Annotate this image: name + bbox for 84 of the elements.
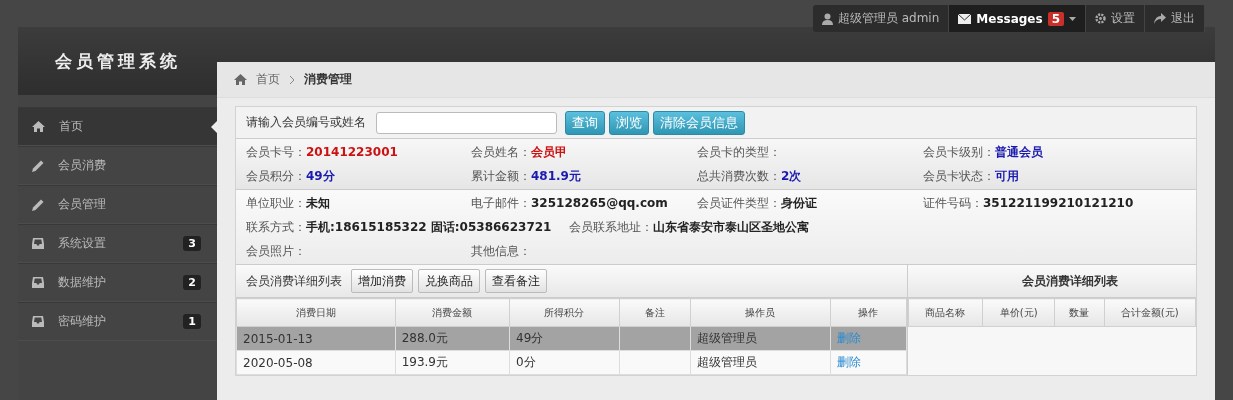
column-header: 商品名称 (908, 298, 983, 327)
column-header: 备注 (619, 298, 690, 327)
toolbar-button[interactable]: 兑换商品 (418, 269, 480, 293)
settings-icon (1095, 13, 1106, 24)
table-cell: 超级管理员 (696, 331, 757, 345)
table-row[interactable]: 2020-05-08 193.9元 0分 超级管理员 删除 (236, 350, 907, 375)
count-badge: 3 (183, 236, 201, 251)
sidebar-item[interactable]: 密码维护 1 (18, 302, 217, 341)
field-value: 身份证 (781, 195, 817, 210)
table-title: 会员消费详细列表 (246, 272, 342, 290)
inbox-icon (32, 238, 44, 249)
sidebar-item[interactable]: 系统设置 3 (18, 224, 217, 263)
table-cell: 193.9元 (401, 355, 448, 369)
home-icon (32, 121, 45, 132)
field-label: 其他信息： (471, 243, 531, 258)
field-label: 电子邮件： (471, 195, 531, 210)
column-header: 操作 (830, 298, 907, 327)
sidebar-item[interactable]: 首页 (18, 107, 217, 146)
app-title-header: 会员管理系统 (53, 49, 182, 73)
field-label: 会员卡级别： (923, 144, 995, 159)
toolbar-button[interactable]: 查看备注 (485, 269, 547, 293)
count-badge: 1 (183, 314, 201, 329)
field-value: 351221199210121210 (983, 195, 1134, 210)
column-header: 数量 (1054, 298, 1104, 327)
field-value: 20141223001 (306, 144, 398, 159)
search-label: 请输入会员编号或姓名 (246, 114, 366, 131)
field-label: 会员积分： (246, 168, 306, 183)
table-cell: 2015-01-13 (243, 331, 313, 346)
field-value: 手机:18615185322 固话:05386623721 (306, 219, 552, 234)
field-value: 未知 (306, 195, 330, 210)
field-label: 会员联系地址： (569, 219, 654, 234)
field-value: 481.9元 (531, 168, 581, 183)
table-cell: 288.0元 (401, 331, 448, 345)
table-cell: 2020-05-08 (243, 355, 313, 370)
field-label: 会员卡号： (246, 144, 306, 159)
pencil-icon (32, 198, 44, 211)
table-cell: 49分 (516, 331, 544, 345)
search-field[interactable] (376, 111, 557, 134)
sidebar-item[interactable]: 会员消费 (18, 146, 217, 185)
field-label: 证件号码： (923, 195, 983, 210)
field-value: 2次 (781, 168, 802, 183)
sidebar-item[interactable]: 会员管理 (18, 185, 217, 224)
field-label: 会员卡的类型： (697, 144, 781, 159)
share-arrow-icon (1154, 13, 1166, 24)
message-count-badge: 5 (1047, 11, 1064, 26)
column-header: 消费金额 (395, 298, 510, 327)
field-label: 会员姓名： (471, 144, 531, 159)
column-header: 消费日期 (236, 298, 396, 327)
column-header: 所得积分 (509, 298, 620, 327)
field-value: 可用 (995, 168, 1019, 183)
pencil-icon (32, 159, 44, 172)
field-label: 单位职业： (246, 195, 306, 210)
field-label: 会员证件类型： (697, 195, 781, 210)
field-label: 总共消费次数： (697, 168, 781, 183)
field-label: 会员照片： (246, 243, 306, 258)
field-value: 325128265@qq.com (531, 195, 668, 210)
envelope-icon (958, 13, 972, 24)
table-row[interactable]: 2015-01-13 288.0元 49分 超级管理员 删除 (236, 326, 907, 351)
table-cell: 超级管理员 (696, 355, 757, 369)
home-icon (234, 74, 247, 85)
field-label: 会员卡状态： (923, 168, 995, 183)
table-cell: 0分 (516, 355, 536, 369)
caret-icon (1069, 16, 1076, 21)
chevron-right-icon (289, 74, 295, 85)
field-value: 普通会员 (995, 144, 1043, 159)
delete-link[interactable]: 删除 (836, 355, 861, 369)
menu-button[interactable]: Messages 5 (949, 5, 1086, 32)
column-header: 操作员 (690, 298, 831, 327)
inbox-icon (32, 277, 44, 288)
sidebar-item[interactable]: 数据维护 2 (18, 263, 217, 302)
toolbar-button[interactable]: 增加消费 (351, 269, 413, 293)
inbox-icon (32, 316, 44, 327)
breadcrumb-link[interactable]: 首页 (256, 71, 280, 88)
table-title: 会员消费详细列表 (1022, 272, 1118, 290)
user-icon (821, 12, 833, 25)
column-header: 单价(元) (982, 298, 1055, 327)
field-value: 49分 (306, 168, 335, 183)
count-badge: 2 (183, 275, 201, 290)
field-label: 联系方式： (246, 219, 306, 234)
field-value: 山东省泰安市泰山区圣地公寓 (653, 219, 810, 234)
column-header: 合计金额(元) (1104, 298, 1196, 327)
breadcrumb-current: 消费管理 (304, 71, 352, 88)
field-label: 累计金额： (471, 168, 531, 183)
field-value: 会员甲 (531, 144, 567, 159)
